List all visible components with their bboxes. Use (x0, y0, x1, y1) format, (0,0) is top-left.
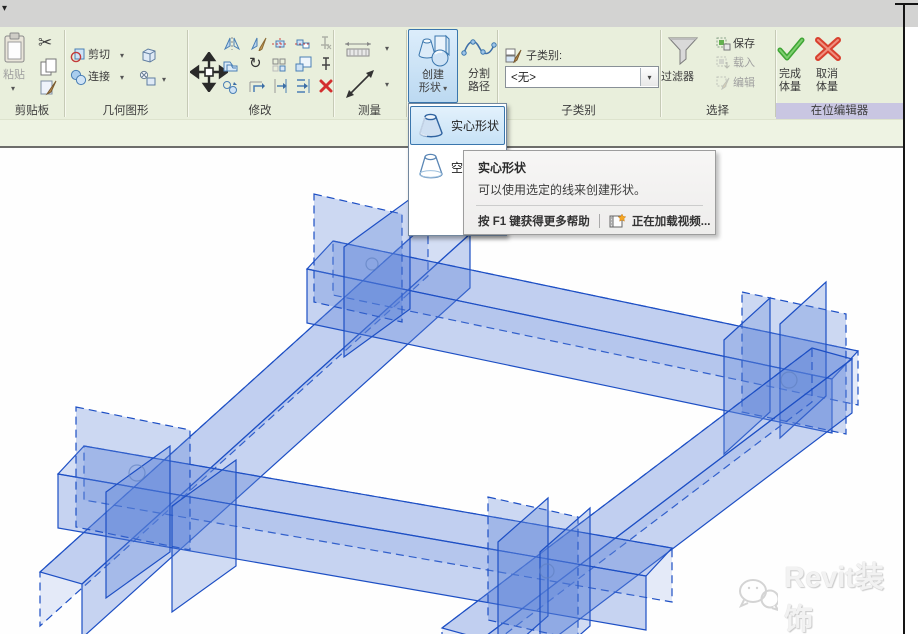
tooltip-video-status: 正在加载视频... (632, 213, 711, 229)
subcategory-icon (505, 48, 523, 64)
create-form-label-line2: 形状 (419, 82, 441, 94)
cancel-x-icon (813, 35, 843, 63)
tooltip-help-hint: 按 F1 键获得更多帮助 (478, 213, 590, 229)
create-form-button[interactable]: 创建 形状 ▾ (408, 29, 458, 103)
tooltip-title: 实心形状 (478, 159, 526, 176)
divide-path-label-line2: 路径 (468, 81, 490, 93)
cut-geometry-dropdown-icon[interactable]: ▾ (120, 51, 124, 60)
right-frame-line (903, 3, 905, 634)
geometry-panel-label: 几何图形 (64, 104, 187, 118)
join-geometry-dropdown-icon[interactable]: ▾ (120, 73, 124, 82)
group-icon[interactable] (222, 80, 239, 95)
tooltip-divider (599, 214, 600, 228)
finish-mass-button[interactable] (777, 36, 805, 62)
modify-panel-label: 修改 (187, 104, 333, 118)
filter-label: 过滤器 (661, 71, 694, 84)
copy-element-icon[interactable] (295, 38, 311, 50)
clipboard-panel-label: 剪贴板 (0, 104, 64, 118)
corner-planes-south (488, 497, 590, 634)
subcategory-selected-value: <无> (506, 69, 640, 85)
tooltip-description: 可以使用选定的线来创建形状。 (478, 181, 646, 198)
finish-check-icon (777, 36, 805, 62)
solid-form-tooltip: 实心形状 可以使用选定的线来创建形状。 按 F1 键获得更多帮助 正在加载视频.… (463, 150, 716, 235)
mirror-draw-axis-icon[interactable] (251, 36, 267, 51)
subcategory-select[interactable]: <无> ▾ (505, 66, 659, 88)
create-form-icon (415, 33, 451, 67)
array-icon[interactable] (272, 58, 288, 73)
paste-dropdown-icon[interactable]: ▾ (11, 84, 15, 93)
load-selection-icon (716, 56, 731, 70)
cancel-mass-button[interactable] (813, 35, 843, 63)
create-form-dropdown-icon: ▾ (441, 84, 447, 93)
delete-icon[interactable] (318, 78, 334, 94)
cancel-mass-label-line1: 取消 (816, 68, 838, 80)
measure-dropdown-icon[interactable]: ▾ (385, 44, 389, 53)
rotate-icon[interactable]: ↻ (249, 56, 262, 72)
top-right-frame-line (895, 3, 918, 5)
divide-path-button[interactable]: 分割 路径 (459, 29, 499, 101)
titlebar-strip: ▾ (0, 0, 918, 27)
save-selection-label[interactable]: 保存 (733, 38, 755, 51)
revit-window: { "app": { "overflow_arrow": "▾" }, "rib… (0, 0, 918, 634)
finish-mass-label-line1: 完成 (779, 68, 801, 80)
menu-item-solid-form-label: 实心形状 (451, 117, 499, 134)
save-selection-icon[interactable] (716, 37, 731, 51)
copy-icon[interactable] (40, 58, 58, 76)
match-properties-icon[interactable] (40, 79, 58, 97)
cut-geometry-label[interactable]: 剪切 (88, 49, 110, 62)
pin-icon[interactable] (320, 57, 332, 71)
paste-button[interactable] (3, 32, 27, 64)
video-loading-icon (609, 213, 626, 229)
scale-icon[interactable] (295, 56, 312, 72)
create-form-label-line1: 创建 (422, 69, 444, 81)
finish-mass-label-line2: 体量 (779, 81, 801, 93)
panel-separator (406, 30, 407, 117)
solid-form-icon (416, 111, 447, 140)
quick-access-overflow-icon[interactable]: ▾ (2, 4, 7, 14)
filter-funnel-icon (667, 36, 699, 66)
measure-panel-label: 测量 (333, 104, 406, 118)
subcategory-field-label: 子类别: (526, 50, 562, 63)
measure-tape-icon[interactable] (343, 40, 373, 58)
trim-extend-corner-icon[interactable] (248, 78, 265, 94)
watermark-text: Revit装饰 (784, 554, 905, 638)
trim-extend-multiple-icon[interactable] (295, 78, 312, 94)
aligned-dimension-icon[interactable] (344, 68, 376, 100)
solid-tool-icon[interactable] (140, 46, 158, 64)
in-place-editor-panel-label: 在位编辑器 (776, 104, 903, 118)
void-form-icon (416, 150, 447, 181)
cut-geometry-icon[interactable] (70, 46, 87, 63)
dimension-dropdown-icon[interactable]: ▾ (385, 80, 389, 89)
move-element-icon[interactable] (272, 38, 288, 50)
load-selection-label: 载入 (733, 57, 755, 70)
geometry-options-dropdown-icon[interactable]: ▾ (162, 75, 166, 84)
subcategory-panel-label: 子类别 (497, 104, 660, 118)
mirror-icon[interactable] (224, 36, 240, 51)
unpin-icon (318, 36, 332, 50)
join-geometry-label[interactable]: 连接 (88, 71, 110, 84)
paste-label: 粘贴 (3, 69, 25, 82)
geometry-options-icon[interactable] (138, 70, 158, 88)
divide-path-label-line1: 分割 (468, 68, 490, 80)
watermark: Revit装饰 (735, 568, 905, 624)
tooltip-separator (476, 205, 703, 206)
wechat-icon (735, 576, 778, 616)
selection-panel-label: 选择 (660, 104, 775, 118)
subcategory-dropdown-icon[interactable]: ▾ (640, 68, 658, 86)
offset-icon[interactable] (222, 58, 239, 73)
cancel-mass-label-line2: 体量 (816, 81, 838, 93)
paste-icon (3, 32, 27, 64)
join-geometry-icon[interactable] (70, 69, 87, 86)
trim-extend-single-icon[interactable] (272, 78, 289, 94)
divide-path-icon (461, 35, 497, 63)
edit-selection-icon (716, 76, 731, 90)
cut-icon[interactable]: ✂ (38, 33, 52, 53)
edit-selection-label: 编辑 (733, 77, 755, 90)
filter-button[interactable] (667, 36, 699, 66)
